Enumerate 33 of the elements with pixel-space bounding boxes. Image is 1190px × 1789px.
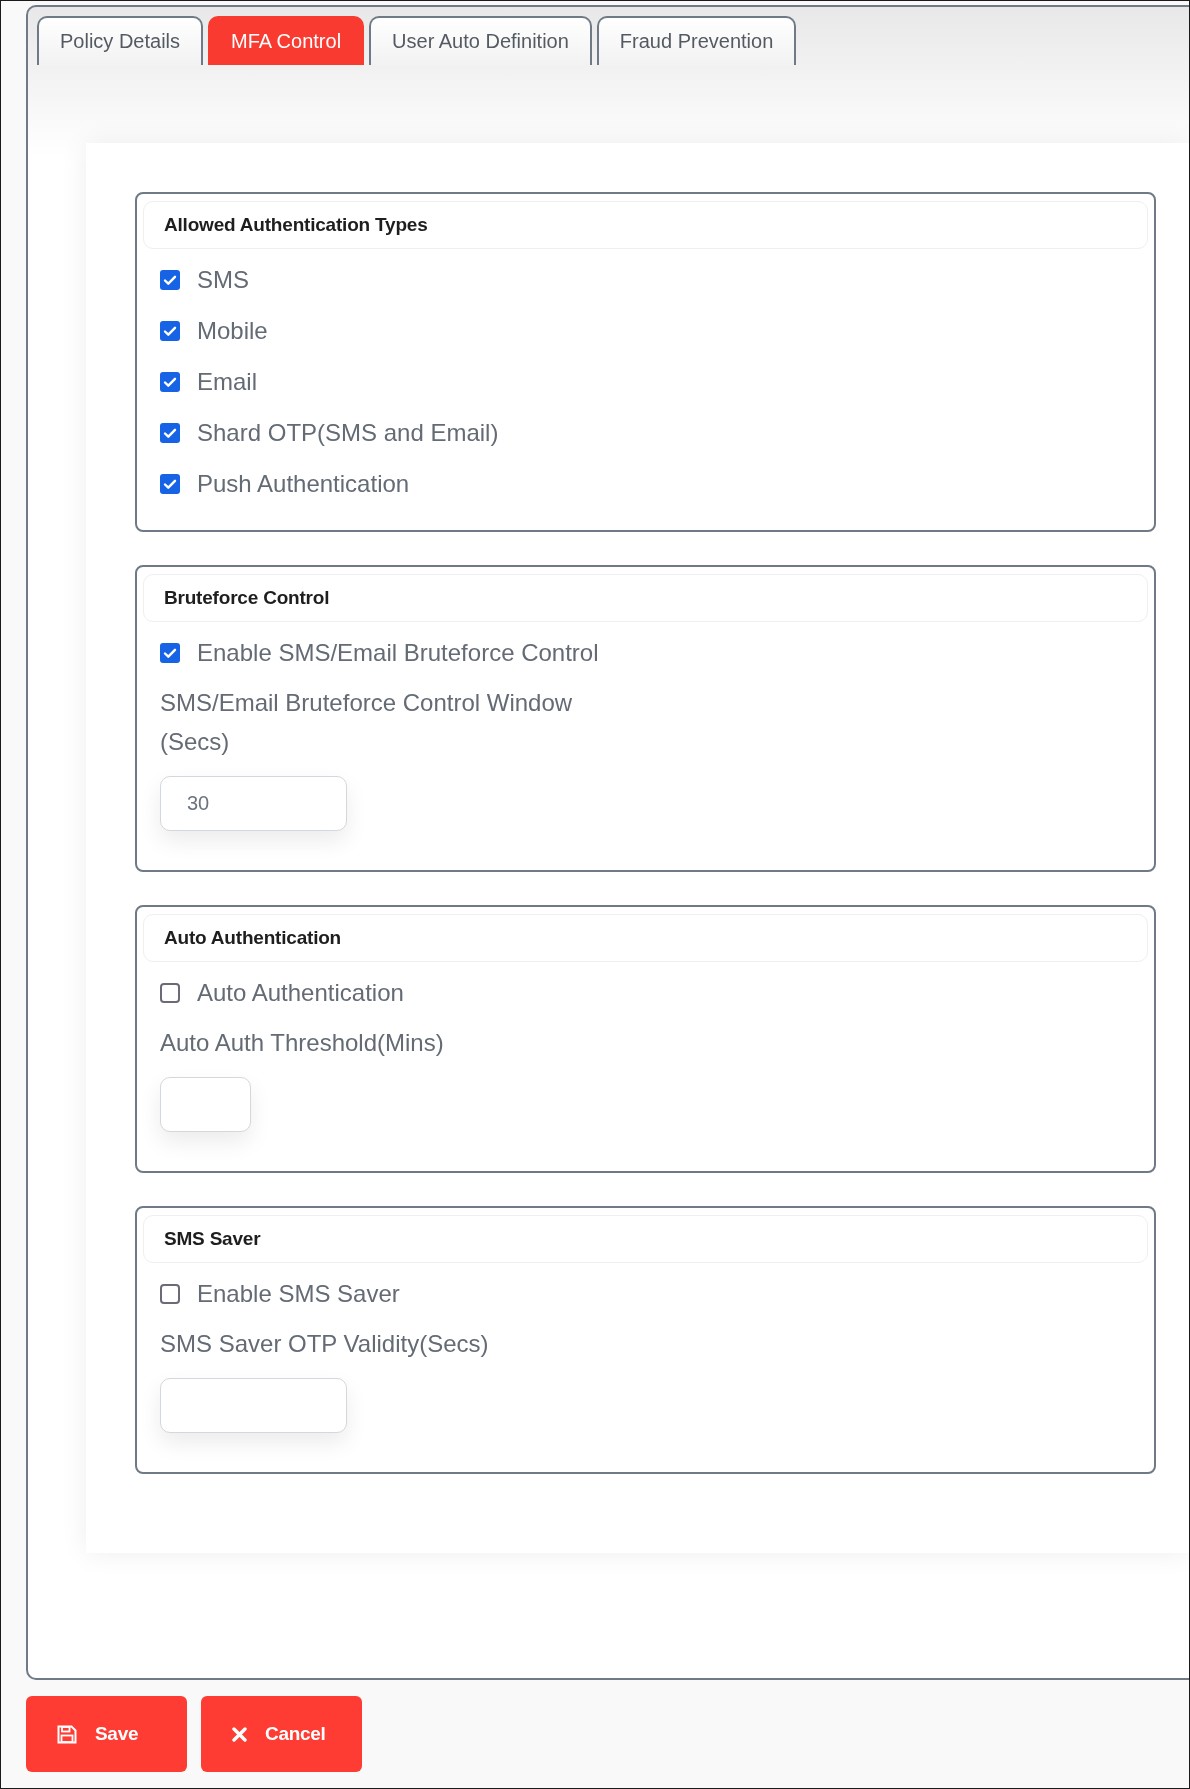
checkbox-label: Enable SMS/Email Bruteforce Control (197, 638, 599, 667)
field-label: SMS/Email Bruteforce Control Window (Secs) (160, 688, 574, 757)
checkbox[interactable] (160, 473, 180, 494)
checkbox[interactable] (160, 422, 180, 443)
checkbox-label: Email (197, 367, 257, 396)
checkbox-label: Auto Authentication (197, 978, 404, 1007)
input-field[interactable] (160, 1077, 251, 1132)
section-title: SMS Saver (143, 1215, 1148, 1263)
checkbox[interactable] (160, 1283, 180, 1304)
tab[interactable]: Policy Details (37, 16, 204, 65)
checkbox-label: Enable SMS Saver (197, 1279, 400, 1308)
field-label: Auto Auth Threshold(Mins) (160, 1028, 445, 1058)
input-field[interactable]: 30 (160, 776, 347, 831)
tab[interactable]: Fraud Prevention (596, 16, 797, 65)
cancel-button[interactable]: Cancel (201, 1696, 362, 1772)
checkbox[interactable] (160, 982, 180, 1003)
checkbox[interactable] (160, 320, 180, 341)
section-title: Auto Authentication (143, 914, 1148, 962)
tab[interactable]: User Auto Definition (369, 16, 592, 65)
checkbox-label: Push Authentication (197, 469, 410, 498)
save-button[interactable]: Save (26, 1696, 187, 1772)
checkbox[interactable] (160, 642, 180, 663)
section-title: Allowed Authentication Types (143, 201, 1148, 249)
checkbox[interactable] (160, 269, 180, 290)
checkbox-label: Shard OTP(SMS and Email) (197, 418, 499, 447)
checkbox-label: SMS (197, 265, 249, 294)
field-label: SMS Saver OTP Validity(Secs) (160, 1329, 490, 1359)
tab[interactable]: MFA Control (208, 16, 365, 65)
checkbox[interactable] (160, 371, 180, 392)
section-title: Bruteforce Control (143, 574, 1148, 622)
input-field[interactable] (160, 1378, 347, 1433)
checkbox-label: Mobile (197, 316, 268, 345)
close-icon (232, 1726, 247, 1742)
